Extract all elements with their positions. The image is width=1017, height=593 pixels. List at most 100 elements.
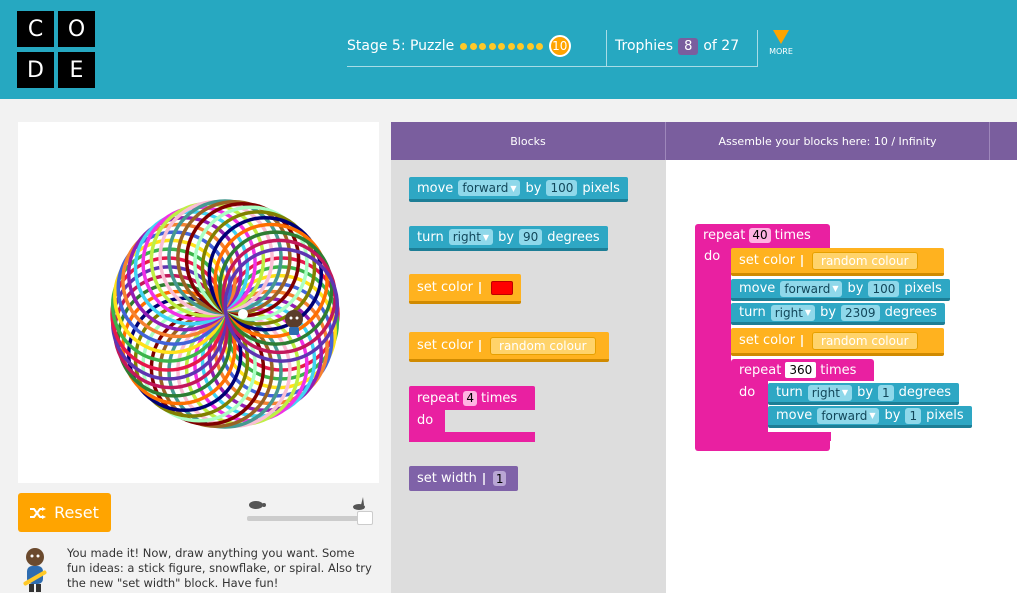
distance-field[interactable]: 1 [905, 407, 922, 424]
input-connector [801, 254, 807, 267]
direction-dropdown[interactable]: forward ▼ [780, 280, 843, 297]
program-set-color-1[interactable]: set color random colour [731, 248, 944, 276]
logo-letter: C [17, 11, 54, 47]
block-label: set color [417, 280, 474, 295]
puzzle-dot[interactable] [460, 42, 468, 50]
toolbox-set-width-block[interactable]: set width 1 [409, 466, 519, 491]
block-label: move [776, 408, 813, 423]
triangle-down-icon [773, 30, 789, 44]
random-colour-block[interactable]: random colour [490, 336, 596, 355]
more-button[interactable]: MORE [765, 30, 797, 62]
toolbox-repeat-block[interactable]: repeat 4 times do [409, 386, 535, 442]
puzzle-dot[interactable] [479, 42, 487, 50]
stage-progress: Stage 5: Puzzle 10 [347, 35, 571, 57]
puzzle-dot[interactable] [488, 42, 496, 50]
program-turn-1[interactable]: turn right ▼ by 2309 degrees [731, 303, 945, 325]
trophies-earned: 8 [678, 37, 699, 55]
distance-field[interactable]: 100 [546, 180, 578, 196]
block-label: repeat [417, 390, 460, 406]
width-field[interactable]: 1 [492, 471, 507, 486]
repeat-count-field[interactable]: 360 [785, 362, 817, 378]
turtle-icon [249, 501, 266, 509]
block-label: degrees [884, 305, 937, 320]
reset-label: Reset [54, 503, 99, 522]
color-swatch[interactable] [491, 280, 514, 295]
direction-dropdown[interactable]: right ▼ [807, 384, 853, 401]
distance-field[interactable]: 100 [868, 280, 900, 297]
program-move-1[interactable]: move forward ▼ by 100 pixels [731, 279, 950, 301]
block-label: repeat [739, 362, 782, 378]
block-label: turn [776, 385, 803, 400]
artist-avatar [23, 548, 47, 592]
repeat-body: do [409, 410, 445, 432]
input-connector [801, 334, 807, 347]
speed-slider-track[interactable] [247, 516, 369, 521]
block-label: degrees [898, 385, 951, 400]
logo-letter: E [58, 52, 95, 88]
block-label: pixels [926, 408, 964, 423]
block-label: by [525, 180, 542, 196]
repeat-inner-header: repeat 360 times [731, 359, 864, 381]
random-colour-block[interactable]: random colour [812, 251, 918, 270]
puzzle-dot[interactable] [507, 42, 515, 50]
program-set-color-2[interactable]: set color random colour [731, 328, 944, 356]
block-label: turn [739, 305, 766, 320]
program-turn-2[interactable]: turn right ▼ by 1 degrees [768, 383, 959, 405]
code-logo[interactable]: C O D E [17, 11, 97, 89]
block-label: pixels [904, 281, 942, 296]
tab-blocks: Blocks [391, 122, 666, 160]
direction-dropdown[interactable]: forward ▼ [817, 407, 880, 424]
repeat-count-field[interactable]: 40 [749, 227, 771, 243]
current-puzzle-badge[interactable]: 10 [548, 35, 571, 57]
reset-button[interactable]: Reset [18, 493, 111, 532]
block-label: by [820, 305, 837, 320]
shuffle-icon [30, 506, 47, 519]
speed-slider-handle[interactable] [357, 511, 373, 525]
drawing-canvas [18, 122, 379, 483]
angle-field[interactable]: 90 [519, 229, 543, 245]
rabbit-icon [353, 497, 365, 510]
puzzle-dot[interactable] [469, 42, 477, 50]
block-toolbox [391, 160, 666, 593]
block-label: move [739, 281, 776, 296]
puzzle-dot[interactable] [517, 42, 525, 50]
input-connector [482, 472, 489, 485]
toolbox-move-block[interactable]: move forward ▼ by 100 pixels [409, 177, 628, 202]
program-move-2[interactable]: move forward ▼ by 1 pixels [768, 406, 972, 428]
repeat-outer-header: repeat 40 times [695, 224, 819, 246]
toolbox-set-color-random-block[interactable]: set color random colour [409, 332, 609, 362]
speed-slider[interactable] [245, 497, 375, 527]
direction-dropdown[interactable]: right ▼ [448, 229, 494, 245]
direction-dropdown[interactable]: forward ▼ [458, 180, 521, 196]
block-label: set width [417, 471, 477, 486]
block-label: times [774, 227, 811, 243]
puzzle-dot[interactable] [498, 42, 506, 50]
block-label: set color [417, 338, 474, 353]
angle-field[interactable]: 2309 [841, 304, 880, 321]
direction-dropdown[interactable]: right ▼ [770, 304, 816, 321]
block-label: by [847, 281, 864, 296]
toolbox-set-color-swatch-block[interactable]: set color [409, 274, 522, 304]
block-label: do [739, 385, 756, 400]
block-label: pixels [582, 180, 620, 196]
repeat-footer [409, 432, 535, 442]
puzzle-dot[interactable] [526, 42, 534, 50]
puzzle-dot[interactable] [536, 42, 544, 50]
spirograph-drawing [110, 199, 340, 429]
trophies-counter: Trophies 8 of 27 [615, 35, 739, 57]
block-label: times [481, 390, 518, 406]
block-label: by [884, 408, 901, 423]
repeat-inner-footer [731, 432, 831, 441]
trophies-total: of 27 [703, 38, 740, 54]
block-label: times [820, 362, 857, 378]
trophies-label: Trophies [615, 38, 674, 54]
header-divider [606, 30, 607, 66]
more-label: MORE [769, 47, 793, 56]
angle-field[interactable]: 1 [878, 384, 894, 401]
repeat-count-field[interactable]: 4 [463, 390, 478, 406]
toolbox-turn-block[interactable]: turn right ▼ by 90 degrees [409, 226, 608, 251]
logo-letter: D [17, 52, 54, 88]
repeat-header: repeat 4 times [409, 386, 535, 410]
random-colour-block[interactable]: random colour [812, 331, 918, 350]
instructions-text: You made it! Now, draw anything you want… [67, 546, 372, 590]
